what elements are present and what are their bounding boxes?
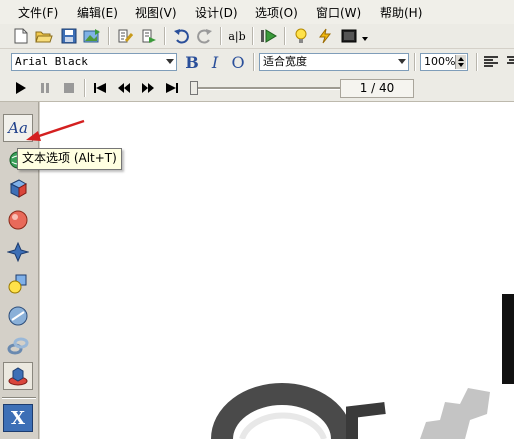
sphere-object-icon[interactable] (3, 206, 33, 234)
pause-icon[interactable] (36, 79, 54, 97)
undo-icon[interactable] (172, 27, 190, 45)
playback-toolbar: 1 / 40 (0, 76, 514, 102)
scene-object-icon[interactable] (3, 362, 33, 390)
fit-mode-select[interactable]: 适合宽度 (259, 53, 409, 71)
fit-mode-value: 适合宽度 (263, 55, 307, 68)
frame-slider-track[interactable] (190, 87, 340, 90)
lighting-shapes-icon[interactable] (3, 270, 33, 298)
new-file-icon[interactable] (12, 27, 30, 45)
zoom-value: 100% (424, 55, 456, 68)
font-select[interactable]: Arial Black (11, 53, 177, 71)
outline-button[interactable]: O (229, 53, 247, 72)
stop-icon[interactable] (60, 79, 78, 97)
format-toolbar: Arial Black B I O 适合宽度 100% (0, 49, 514, 76)
frame-slider-thumb[interactable] (190, 81, 198, 95)
menu-window[interactable]: 窗口(W) (316, 4, 361, 21)
palette-divider (2, 397, 36, 399)
zoom-spinner[interactable]: 100% (420, 53, 468, 71)
red-arrow-annotation (26, 119, 85, 141)
animation-play-icon[interactable] (260, 27, 278, 45)
next-frame-icon[interactable] (139, 79, 157, 97)
light-bulb-icon[interactable] (292, 27, 310, 45)
frame-counter: 1 / 40 (340, 79, 414, 98)
lightning-icon[interactable] (316, 27, 334, 45)
open-folder-icon[interactable] (35, 27, 53, 45)
chain-links-icon[interactable] (3, 332, 33, 360)
3d-letter-highlight (239, 412, 327, 439)
standard-toolbar: a|b (0, 24, 514, 48)
edit-properties-icon[interactable] (116, 27, 134, 45)
last-frame-icon[interactable] (163, 79, 181, 97)
play-icon[interactable] (12, 79, 30, 97)
menu-help[interactable]: 帮助(H) (380, 4, 422, 21)
star-shape-icon[interactable] (3, 238, 33, 266)
italic-button[interactable]: I (206, 53, 224, 72)
menu-design[interactable]: 设计(D) (195, 4, 238, 21)
cube-object-icon[interactable] (3, 174, 33, 202)
align-center-icon[interactable] (503, 53, 514, 71)
chevron-down-icon (166, 59, 174, 64)
font-select-value: Arial Black (15, 55, 88, 68)
pixelated-region (420, 388, 490, 439)
chevron-down-icon[interactable] (362, 37, 368, 41)
first-frame-icon[interactable] (91, 79, 109, 97)
save-icon[interactable] (60, 27, 78, 45)
chrome-ball-icon[interactable] (3, 302, 33, 330)
dark-object-edge (502, 294, 514, 384)
window-frame-icon[interactable] (340, 27, 358, 45)
redo-icon[interactable] (196, 27, 214, 45)
menu-edit[interactable]: 编辑(E) (77, 4, 118, 21)
previous-frame-icon[interactable] (115, 79, 133, 97)
bold-button[interactable]: B (183, 53, 201, 72)
menu-options[interactable]: 选项(O) (255, 4, 298, 21)
spinner-arrows-icon[interactable] (455, 55, 466, 69)
menu-bar: 文件(F) 编辑(E) 视图(V) 设计(D) 选项(O) 窗口(W) 帮助(H… (0, 0, 514, 25)
menu-view[interactable]: 视图(V) (135, 4, 177, 21)
3d-letter-shape-2 (346, 402, 386, 439)
apply-properties-icon[interactable] (140, 27, 158, 45)
x-tool-button[interactable]: X (3, 404, 33, 432)
align-left-icon[interactable] (482, 53, 500, 71)
export-image-icon[interactable] (83, 27, 101, 45)
tooltip: 文本选项 (Alt+T) (17, 148, 122, 170)
chevron-down-icon (398, 59, 406, 64)
spell-check-icon[interactable]: a|b (228, 27, 246, 45)
menu-file[interactable]: 文件(F) (18, 4, 58, 21)
